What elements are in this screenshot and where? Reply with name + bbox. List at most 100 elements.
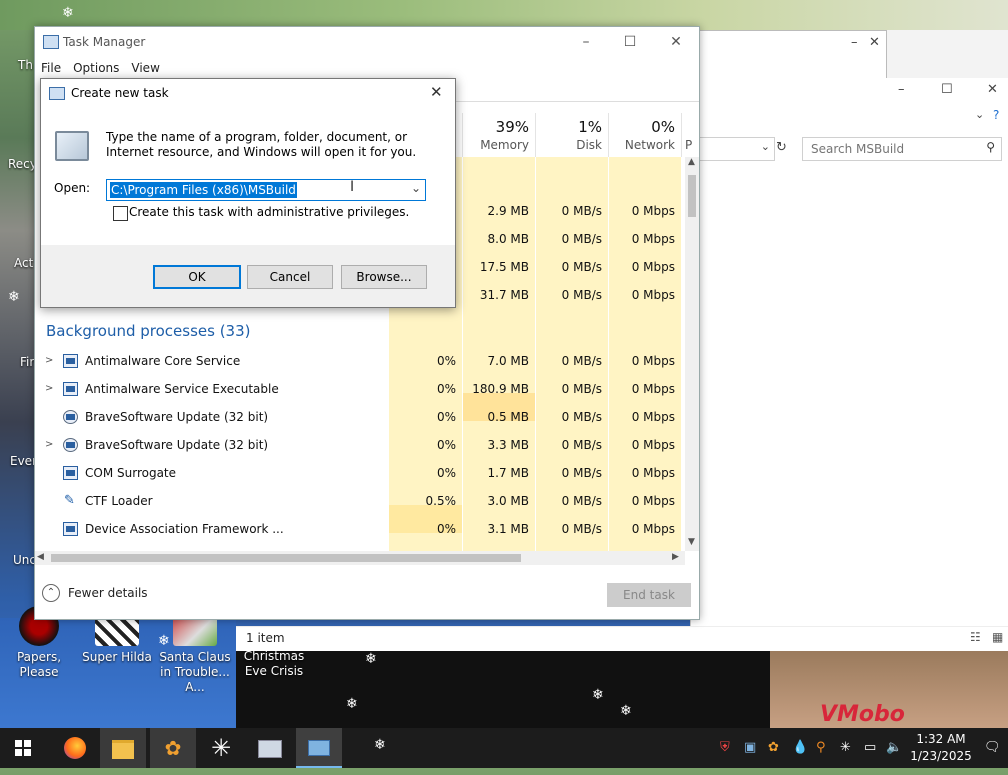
- column-header-network[interactable]: 0% Network: [608, 113, 682, 157]
- ok-button[interactable]: OK: [153, 265, 241, 289]
- disk-cell: 0 MB/s: [561, 288, 602, 302]
- desktop-dark-strip: [236, 650, 771, 728]
- chevron-up-icon[interactable]: ⌃: [42, 584, 60, 602]
- minimize-button[interactable]: –: [571, 31, 601, 53]
- chevron-down-icon[interactable]: ⌄: [761, 140, 770, 153]
- chevron-down-icon[interactable]: ⌄: [411, 181, 421, 195]
- desktop-icon-santa-claus[interactable]: Santa Claus in Trouble... A...: [155, 610, 235, 695]
- menu-file[interactable]: File: [41, 57, 61, 79]
- notification-icon[interactable]: 🗨: [984, 728, 1001, 768]
- file-explorer-window[interactable]: – ☐ ✕ ⌄ ?: [690, 78, 1008, 650]
- menu-view[interactable]: View: [131, 57, 159, 79]
- tray-icon[interactable]: 💧: [792, 728, 808, 768]
- expand-chevron-icon[interactable]: >: [45, 431, 53, 459]
- cpu-cell: 0%: [436, 438, 456, 452]
- horizontal-scrollbar[interactable]: ◀ ▶: [35, 551, 685, 565]
- maximize-button[interactable]: ☐: [615, 31, 645, 53]
- network-icon[interactable]: ▭: [864, 728, 876, 768]
- open-combobox[interactable]: C:\Program Files (x86)\MSBuild ⌄: [106, 179, 426, 201]
- expand-chevron-icon[interactable]: >: [45, 375, 53, 403]
- scroll-right-icon[interactable]: ▶: [672, 552, 679, 562]
- table-row[interactable]: Device Association Framework ... 0% 3.1 …: [35, 515, 685, 543]
- maximize-icon[interactable]: ☐: [941, 82, 953, 97]
- disk-cell: 0 MB/s: [561, 204, 602, 218]
- disk-cell: 0 MB/s: [561, 354, 602, 368]
- search-icon[interactable]: ⚲: [986, 140, 995, 154]
- browse-button[interactable]: Browse...: [341, 265, 427, 289]
- scroll-thumb[interactable]: [688, 175, 696, 217]
- network-cell: 0 Mbps: [631, 466, 675, 480]
- scroll-left-icon[interactable]: ◀: [37, 552, 44, 562]
- search-box[interactable]: ⚲: [802, 137, 1002, 161]
- open-input[interactable]: C:\Program Files (x86)\MSBuild: [110, 182, 297, 198]
- memory-cell: 3.3 MB: [487, 438, 529, 452]
- taskbar-task-manager[interactable]: [296, 728, 342, 768]
- desktop-left-label[interactable]: Recy: [8, 157, 37, 171]
- search-input[interactable]: [809, 138, 983, 160]
- scroll-up-icon[interactable]: ▲: [688, 157, 695, 167]
- process-name: BraveSoftware Update (32 bit): [85, 410, 269, 424]
- snowflake-icon: ❄: [62, 5, 74, 21]
- background-window[interactable]: – ✕: [690, 30, 887, 80]
- snowflake-icon: ❄: [620, 703, 632, 719]
- address-bar[interactable]: ⌄: [695, 137, 775, 161]
- expand-chevron-icon[interactable]: >: [45, 347, 53, 375]
- cancel-button[interactable]: Cancel: [247, 265, 333, 289]
- chevron-down-icon[interactable]: ⌄: [975, 108, 984, 121]
- snowflake-icon: ❄: [346, 696, 358, 712]
- tray-icon[interactable]: ✳: [840, 728, 851, 768]
- create-new-task-dialog[interactable]: Create new task ✕ Type the name of a pro…: [40, 78, 456, 308]
- column-header-disk[interactable]: 1% Disk: [535, 113, 609, 157]
- taskbar-firefox[interactable]: [52, 728, 98, 768]
- table-row[interactable]: > Antimalware Core Service 0% 7.0 MB 0 M…: [35, 347, 685, 375]
- menu-options[interactable]: Options: [73, 57, 119, 79]
- clock[interactable]: 1:32 AM 1/23/2025: [908, 731, 974, 765]
- network-cell: 0 Mbps: [631, 494, 675, 508]
- desktop-left-label[interactable]: Ever: [10, 454, 37, 468]
- table-row[interactable]: COM Surrogate 0% 1.7 MB 0 MB/s 0 Mbps: [35, 459, 685, 487]
- details-view-icon[interactable]: ☷: [970, 630, 981, 644]
- desktop-left-label[interactable]: Unc: [13, 553, 36, 567]
- taskbar-app[interactable]: ✿: [150, 728, 196, 768]
- refresh-icon[interactable]: ↻: [776, 140, 787, 155]
- desktop-left-label[interactable]: Act: [14, 256, 33, 270]
- memory-cell: 0.5 MB: [487, 410, 529, 424]
- close-icon[interactable]: ✕: [987, 82, 998, 97]
- scroll-down-icon[interactable]: ▼: [688, 537, 695, 547]
- minimize-icon[interactable]: –: [851, 35, 858, 50]
- section-header-background-processes[interactable]: Background processes (33): [46, 317, 251, 345]
- tiles-view-icon[interactable]: ▦: [992, 630, 1003, 644]
- windows-logo-icon: [15, 740, 31, 756]
- tray-icon[interactable]: ▣: [744, 728, 756, 768]
- desktop-left-label[interactable]: Fir: [20, 355, 34, 369]
- end-task-button[interactable]: End task: [607, 583, 691, 607]
- table-row[interactable]: > Antimalware Service Executable 0% 180.…: [35, 375, 685, 403]
- table-row[interactable]: ✎ CTF Loader 0.5% 3.0 MB 0 MB/s 0 Mbps: [35, 487, 685, 515]
- tray-icon[interactable]: ⚲: [816, 728, 826, 768]
- admin-checkbox[interactable]: [113, 206, 128, 221]
- title-bar[interactable]: Task Manager – ☐ ✕: [35, 27, 699, 57]
- vertical-scrollbar[interactable]: ▲ ▼: [685, 157, 699, 551]
- fewer-details-link[interactable]: Fewer details: [68, 586, 148, 600]
- close-icon[interactable]: ✕: [430, 83, 443, 101]
- taskbar-app[interactable]: [247, 728, 293, 768]
- tray-icon[interactable]: ✿: [768, 728, 779, 768]
- desktop-left-label[interactable]: Th: [18, 58, 33, 72]
- close-button[interactable]: ✕: [661, 31, 691, 53]
- taskbar: ✿ ✳ ❄ ⛨ ▣ ✿ 💧 ⚲ ✳ ▭ 🔈 1:32 AM 1/23/2025 …: [0, 728, 1008, 768]
- table-row[interactable]: BraveSoftware Update (32 bit) 0% 0.5 MB …: [35, 403, 685, 431]
- taskbar-file-explorer[interactable]: [100, 728, 146, 768]
- close-icon[interactable]: ✕: [869, 35, 880, 50]
- scroll-thumb[interactable]: [51, 554, 521, 562]
- minimize-icon[interactable]: –: [898, 82, 905, 97]
- column-header-power[interactable]: P: [681, 113, 699, 157]
- start-button[interactable]: [0, 728, 46, 768]
- table-row[interactable]: > BraveSoftware Update (32 bit) 0% 3.3 M…: [35, 431, 685, 459]
- volume-icon[interactable]: 🔈: [886, 728, 902, 768]
- help-icon[interactable]: ?: [993, 108, 999, 122]
- task-manager-icon: [43, 35, 59, 49]
- column-header-memory[interactable]: 39% Memory: [462, 113, 536, 157]
- taskbar-app[interactable]: ✳: [198, 728, 244, 768]
- desktop-icon-christmas-eve[interactable]: Christmas Eve Crisis: [232, 649, 316, 679]
- tray-icon[interactable]: ⛨: [720, 728, 730, 768]
